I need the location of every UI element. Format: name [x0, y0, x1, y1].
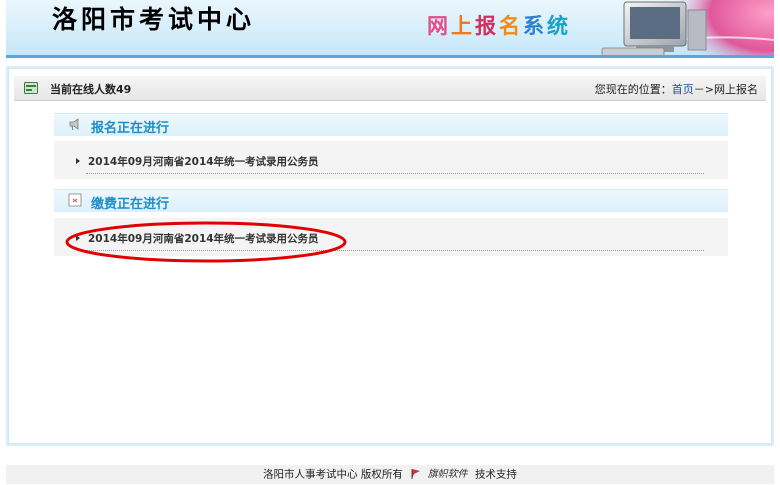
payment-section-title: 缴费正在进行: [91, 197, 170, 212]
registration-section-body: 2014年09月河南省2014年统一考试录用公务员: [54, 141, 728, 179]
users-online-icon: [24, 82, 38, 94]
megaphone-icon: [69, 118, 79, 131]
registration-section-header: 报名正在进行: [54, 113, 728, 136]
system-char: 系: [523, 14, 545, 38]
flag-icon: [411, 469, 421, 479]
breadcrumb-prefix: 您现在的位置：: [594, 83, 672, 96]
banner-divider: [6, 55, 774, 58]
registration-section-title: 报名正在进行: [91, 121, 170, 136]
breadcrumb-current: 网上报名: [714, 83, 758, 96]
highlight-ellipse: [65, 221, 347, 263]
computer-illustration: [601, 0, 774, 58]
vendor-logo-text: 旗帜软件: [427, 469, 468, 480]
footer-support: 技术支持: [474, 468, 517, 481]
breadcrumb: 您现在的位置：首页－>网上报名: [595, 81, 758, 97]
footer-copyright: 洛阳市人事考试中心 版权所有: [263, 468, 403, 481]
breadcrumb-separator: －>: [693, 83, 714, 96]
system-char: 网: [427, 14, 449, 38]
system-char: 上: [451, 14, 473, 38]
system-char: 报: [475, 14, 497, 38]
online-count: 当前在线人数49: [50, 83, 132, 96]
system-name: 网上报名系统: [426, 10, 570, 40]
document-icon: [68, 193, 82, 207]
item-divider: [86, 173, 704, 174]
system-char: 统: [547, 14, 569, 38]
footer: 洛阳市人事考试中心 版权所有 旗帜软件 技术支持: [6, 465, 774, 484]
registration-exam-link[interactable]: 2014年09月河南省2014年统一考试录用公务员: [76, 154, 319, 169]
status-bar: 当前在线人数49 您现在的位置：首页－>网上报名: [14, 76, 766, 101]
vendor-logo: 旗帜软件: [410, 465, 468, 484]
payment-section-header: 缴费正在进行: [54, 189, 728, 212]
registration-exam-label: 2014年09月河南省2014年统一考试录用公务员: [88, 156, 319, 168]
system-char: 名: [499, 14, 521, 38]
center-name: 洛阳市考试中心: [52, 5, 256, 34]
breadcrumb-home-link[interactable]: 首页: [672, 83, 694, 96]
bullet-icon: [76, 158, 80, 164]
header-banner: 洛阳市考试中心 网上报名系统: [6, 0, 774, 58]
